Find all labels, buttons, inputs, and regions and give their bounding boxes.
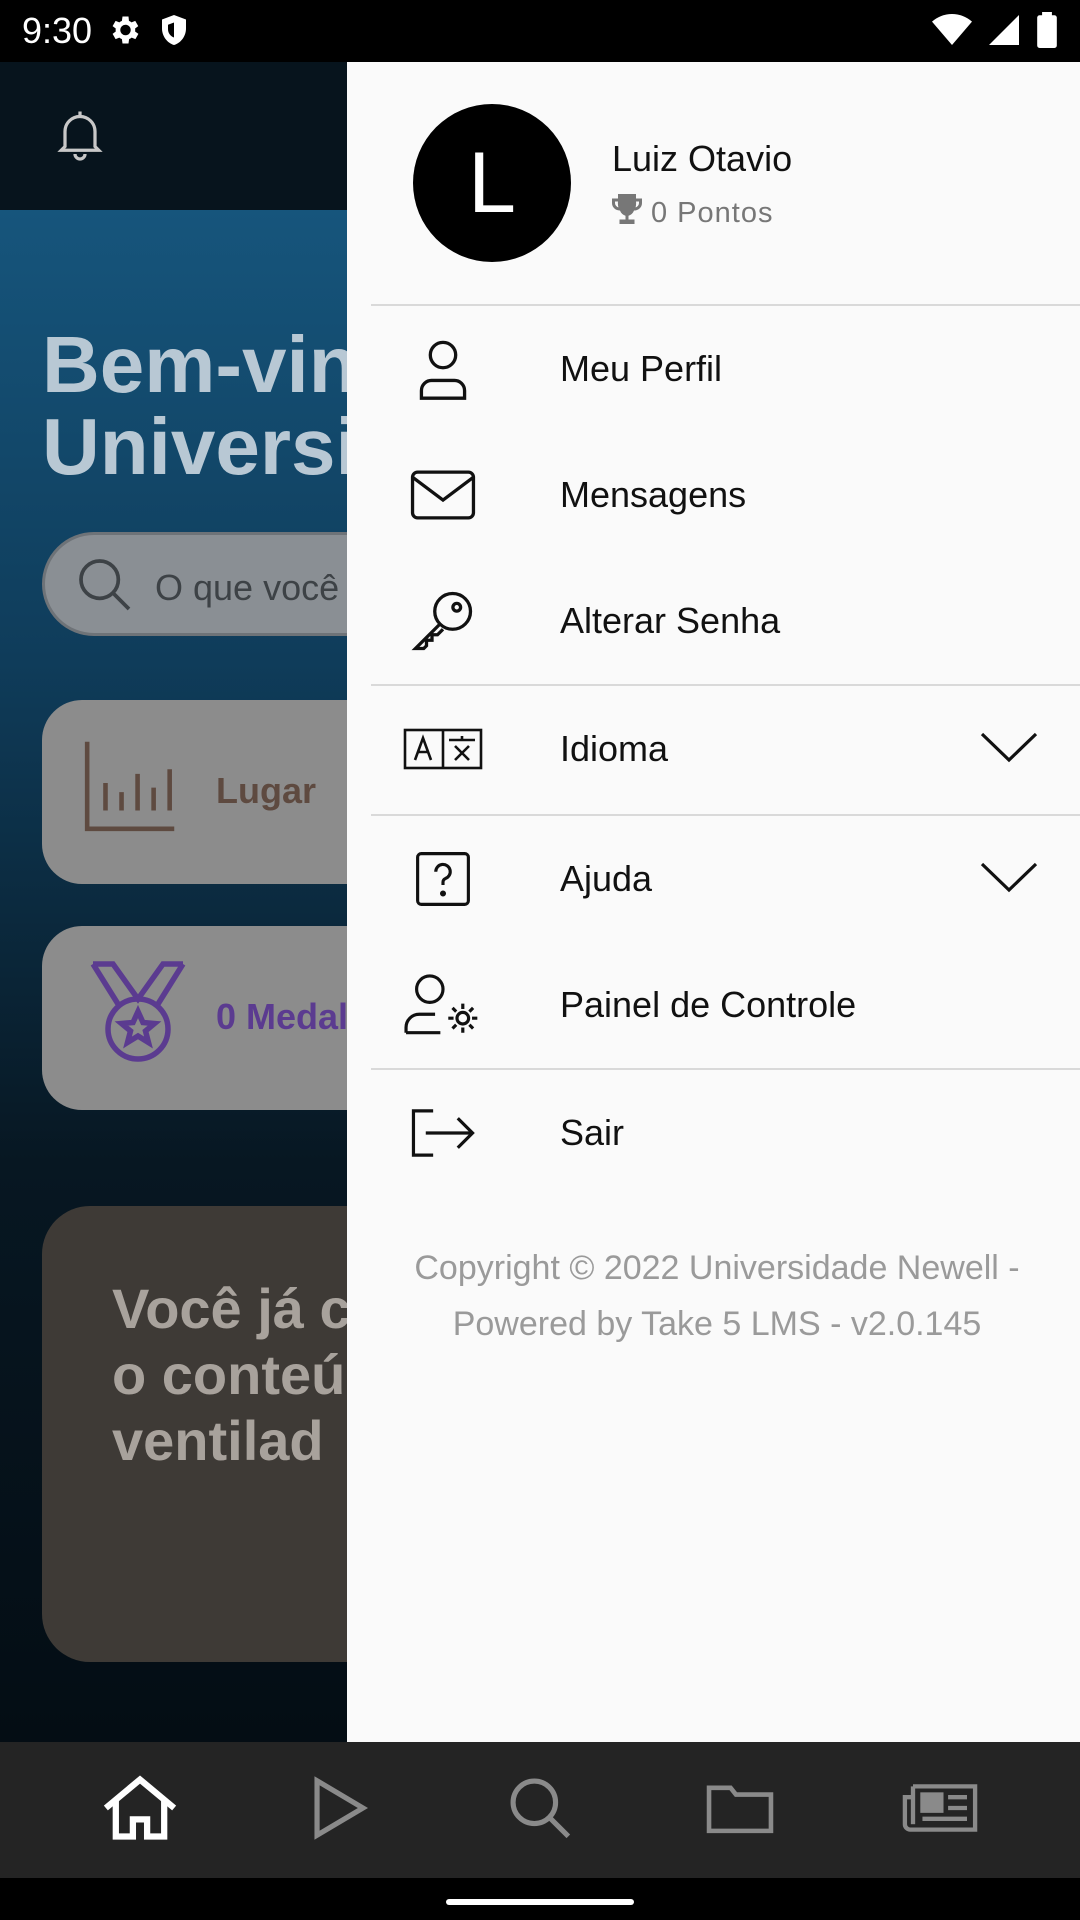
trophy-icon — [609, 192, 645, 234]
menu-label: Alterar Senha — [560, 600, 781, 641]
menu-label: Mensagens — [560, 474, 747, 515]
gesture-handle[interactable] — [446, 1899, 634, 1905]
medals-label: 0 Medal — [216, 996, 349, 1037]
nav-search[interactable] — [485, 1760, 595, 1860]
nav-folder[interactable] — [685, 1760, 795, 1860]
user-name: Luiz Otavio — [612, 138, 793, 179]
status-bar: 9:30 — [0, 0, 1080, 62]
user-icon — [403, 336, 483, 402]
menu-label: Idioma — [560, 728, 669, 769]
folder-icon — [705, 1781, 775, 1840]
menu-item-idioma[interactable]: Idioma — [347, 686, 1080, 812]
menu-label: Meu Perfil — [560, 348, 723, 389]
bottom-navigation — [0, 1742, 1080, 1878]
gear-icon — [106, 12, 142, 53]
ranking-label: Lugar — [216, 770, 317, 811]
key-icon — [403, 588, 483, 654]
chevron-down-icon[interactable] — [980, 730, 1038, 769]
signal-icon — [986, 12, 1022, 53]
medal-icon — [78, 954, 198, 1079]
play-icon — [311, 1775, 369, 1846]
status-time: 9:30 — [22, 10, 93, 51]
search-icon — [73, 553, 137, 622]
menu-label: Sair — [560, 1112, 625, 1153]
bar-chart-icon — [78, 728, 188, 843]
menu-item-sair[interactable]: Sair — [347, 1070, 1080, 1196]
nav-home[interactable] — [85, 1760, 195, 1860]
menu-item-meu-perfil[interactable]: Meu Perfil — [347, 306, 1080, 432]
user-settings-icon — [403, 972, 483, 1038]
logout-icon — [403, 1100, 483, 1166]
copyright-text: Copyright © 2022 Universidade Newell - P… — [414, 1249, 1020, 1343]
shield-icon — [156, 12, 192, 53]
home-icon — [103, 1774, 177, 1846]
search-icon — [506, 1774, 574, 1847]
bell-icon[interactable] — [50, 104, 110, 169]
translate-icon — [403, 716, 483, 782]
avatar[interactable]: L — [413, 104, 571, 262]
points-text: 0 Pontos — [651, 196, 774, 229]
navigation-drawer: L Luiz Otavio 0 Pontos Meu Perfil Mensag… — [347, 62, 1080, 1742]
banner-text: Você já c o conteú ventilad — [112, 1277, 351, 1472]
points-badge: 0 Pontos — [609, 192, 773, 234]
nav-news[interactable] — [885, 1760, 995, 1860]
news-icon — [902, 1781, 978, 1840]
search-placeholder: O que você — [155, 567, 340, 608]
nav-play[interactable] — [285, 1760, 395, 1860]
menu-item-ajuda[interactable]: Ajuda — [347, 816, 1080, 942]
chevron-down-icon[interactable] — [980, 860, 1038, 899]
menu-item-mensagens[interactable]: Mensagens — [347, 432, 1080, 558]
battery-icon — [1036, 12, 1058, 53]
help-icon — [403, 846, 483, 912]
envelope-icon — [403, 462, 483, 528]
wifi-icon — [932, 13, 972, 52]
menu-label: Ajuda — [560, 858, 653, 899]
menu-item-alterar-senha[interactable]: Alterar Senha — [347, 558, 1080, 684]
menu-item-painel-de-controle[interactable]: Painel de Controle — [347, 942, 1080, 1068]
menu-label: Painel de Controle — [560, 984, 857, 1025]
